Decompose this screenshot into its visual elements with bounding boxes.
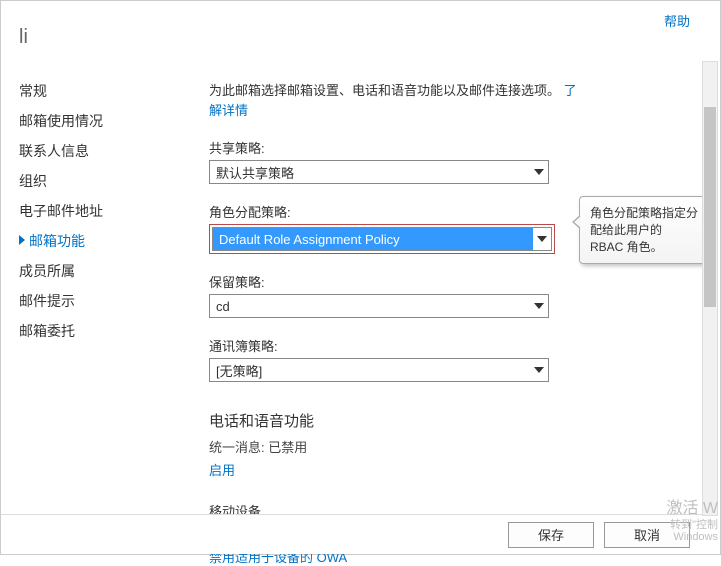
intro-text: 为此邮箱选择邮箱设置、电话和语音功能以及邮件连接选项。 了解详情 (209, 81, 589, 120)
chevron-down-icon (530, 367, 548, 373)
chevron-down-icon (530, 303, 548, 309)
help-link[interactable]: 帮助 (664, 11, 690, 30)
sidebar-item-8[interactable]: 邮箱委托 (19, 316, 179, 346)
sidebar-item-label: 邮件提示 (19, 293, 75, 309)
addressbook-policy-label: 通讯簿策略: (209, 336, 589, 355)
addressbook-policy-select[interactable]: [无策略] (209, 358, 549, 382)
sidebar-item-label: 常规 (19, 83, 47, 99)
sidebar-item-3[interactable]: 组织 (19, 166, 179, 196)
sidebar-item-label: 邮箱委托 (19, 323, 75, 339)
sidebar-item-label: 邮箱功能 (29, 233, 85, 249)
chevron-down-icon (530, 169, 548, 175)
role-policy-value: Default Role Assignment Policy (213, 228, 533, 250)
save-button[interactable]: 保存 (508, 522, 594, 548)
sidebar-item-2[interactable]: 联系人信息 (19, 136, 179, 166)
sidebar-item-6[interactable]: 成员所属 (19, 256, 179, 286)
selected-marker-icon (19, 235, 25, 245)
sidebar-item-4[interactable]: 电子邮件地址 (19, 196, 179, 226)
sidebar-item-1[interactable]: 邮箱使用情况 (19, 106, 179, 136)
retention-policy-label: 保留策略: (209, 272, 589, 291)
sidebar-item-7[interactable]: 邮件提示 (19, 286, 179, 316)
role-policy-highlight: Default Role Assignment Policy (209, 224, 555, 254)
addressbook-policy-value: [无策略] (210, 361, 530, 380)
footer: 保存 取消 (1, 514, 702, 554)
sidebar: 常规邮箱使用情况联系人信息组织电子邮件地址邮箱功能成员所属邮件提示邮箱委托 (19, 76, 179, 346)
sidebar-item-label: 组织 (19, 173, 47, 189)
sharing-policy-value: 默认共享策略 (210, 163, 530, 182)
sidebar-item-label: 邮箱使用情况 (19, 113, 103, 129)
sidebar-item-label: 成员所属 (19, 263, 75, 279)
scrollbar-track[interactable] (702, 61, 718, 516)
scrollbar-thumb[interactable] (704, 107, 716, 307)
sidebar-item-label: 联系人信息 (19, 143, 89, 159)
retention-policy-select[interactable]: cd (209, 294, 549, 318)
role-policy-select[interactable]: Default Role Assignment Policy (212, 227, 552, 251)
sidebar-item-label: 电子邮件地址 (19, 203, 103, 219)
unified-messaging-status: 统一消息: 已禁用 (209, 437, 589, 456)
retention-policy-value: cd (210, 299, 530, 314)
sidebar-item-5[interactable]: 邮箱功能 (19, 226, 179, 256)
intro-body: 为此邮箱选择邮箱设置、电话和语音功能以及邮件连接选项。 (209, 83, 560, 98)
sharing-policy-select[interactable]: 默认共享策略 (209, 160, 549, 184)
sidebar-item-0[interactable]: 常规 (19, 76, 179, 106)
role-policy-tooltip: 角色分配策略指定分配给此用户的 RBAC 角色。 (579, 196, 709, 264)
phone-voice-heading: 电话和语音功能 (209, 410, 589, 431)
chevron-down-icon (533, 228, 551, 250)
sharing-policy-label: 共享策略: (209, 138, 589, 157)
role-policy-label: 角色分配策略: (209, 202, 589, 221)
main-content: 为此邮箱选择邮箱设置、电话和语音功能以及邮件连接选项。 了解详情 共享策略: 默… (209, 81, 589, 566)
cancel-button[interactable]: 取消 (604, 522, 690, 548)
page-title: li (19, 26, 28, 49)
enable-um-link[interactable]: 启用 (209, 460, 589, 479)
